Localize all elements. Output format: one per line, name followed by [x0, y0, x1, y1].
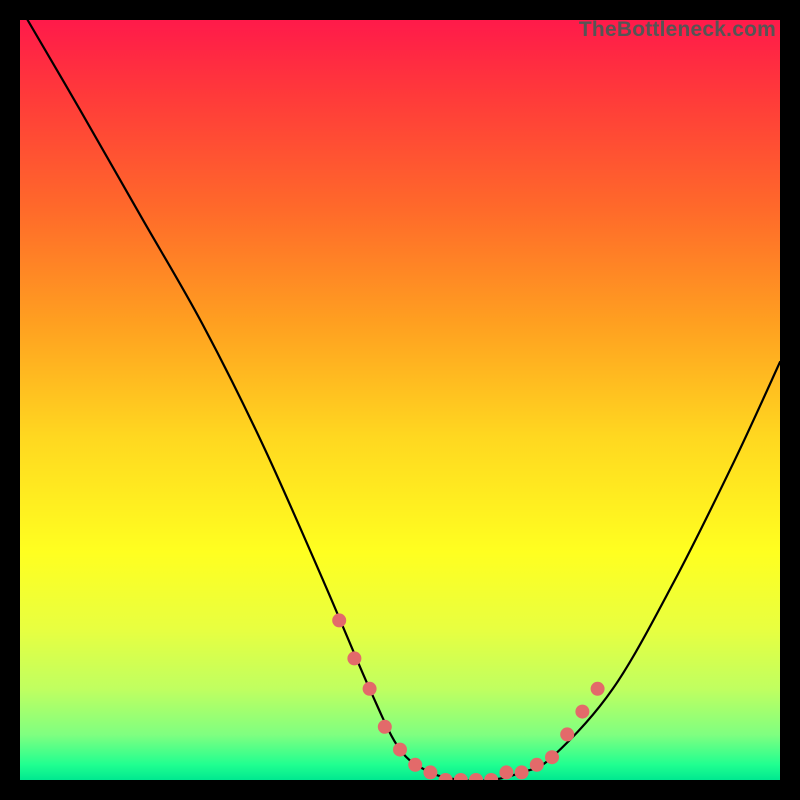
marker-point: [454, 773, 468, 780]
marker-point: [515, 765, 529, 779]
marker-point: [545, 750, 559, 764]
marker-point: [363, 682, 377, 696]
marker-point: [378, 720, 392, 734]
marker-point: [575, 705, 589, 719]
marker-point: [439, 773, 453, 780]
bottleneck-curve: [28, 20, 780, 780]
plot-area: TheBottleneck.com: [20, 20, 780, 780]
marker-point: [591, 682, 605, 696]
marker-point: [560, 727, 574, 741]
chart-frame: TheBottleneck.com: [0, 0, 800, 800]
marker-point: [393, 743, 407, 757]
marker-point: [408, 758, 422, 772]
curve-svg: [20, 20, 780, 780]
marker-point: [332, 613, 346, 627]
marker-point: [484, 773, 498, 780]
marker-point: [347, 651, 361, 665]
marker-point: [499, 765, 513, 779]
marker-point: [423, 765, 437, 779]
marker-point: [530, 758, 544, 772]
marker-point: [469, 773, 483, 780]
